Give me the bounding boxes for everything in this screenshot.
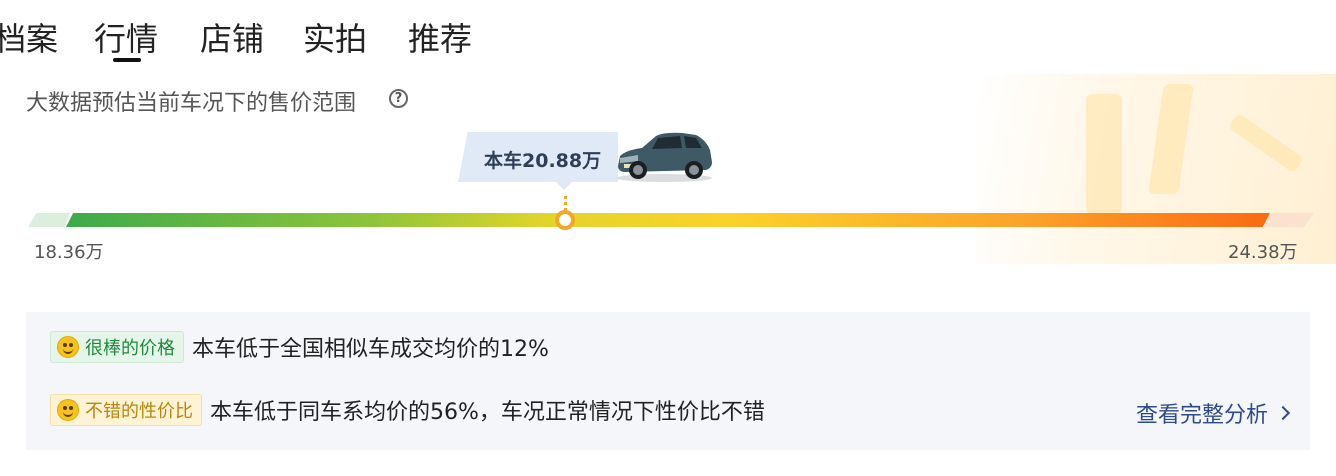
analysis-row: 不错的性价比 本车低于同车系均价的56%，车况正常情况下性价比不错 [50,393,765,427]
tab-store[interactable]: 店铺 [200,14,264,60]
smiley-icon [57,399,79,421]
price-range-bar [66,213,1270,227]
current-price-marker [555,210,575,230]
analysis-text: 本车低于同车系均价的56%，车况正常情况下性价比不错 [210,400,765,425]
range-bar-left-fade [28,213,70,227]
range-max-label: 24.38万 [1228,242,1298,263]
badge-label: 不错的性价比 [85,401,193,422]
tab-recommend[interactable]: 推荐 [408,14,472,60]
price-tag-pointer [555,181,573,190]
marker-connector [564,196,567,210]
current-price-label: 本车20.88万 [484,150,602,172]
smiley-star-eyes-icon [57,336,79,358]
chevron-right-icon [1275,405,1291,421]
range-min-label: 18.36万 [34,242,104,263]
link-label: 查看完整分析 [1135,403,1268,428]
analysis-text: 本车低于全国相似车成交均价的12% [192,337,549,362]
analysis-row: 很棒的价格 本车低于全国相似车成交均价的12% [50,330,549,364]
badge-label: 很棒的价格 [85,338,175,359]
price-analysis-panel: 很棒的价格 本车低于全国相似车成交均价的12% 不错的性价比 本车低于同车系均价… [26,312,1310,450]
tab-bar: 档案 行情 店铺 实拍 推荐 [0,0,600,72]
car-image [616,132,712,182]
view-full-analysis-link[interactable]: 查看完整分析 [1135,397,1291,429]
help-icon[interactable]: ? [389,89,408,108]
good-value-badge: 不错的性价比 [50,394,202,426]
tab-market[interactable]: 行情 [94,14,158,60]
tab-profile[interactable]: 档案 [0,14,58,60]
tab-photos[interactable]: 实拍 [303,14,367,60]
price-estimate-section: 大数据预估当前车况下的售价范围 ? 本车20.88万 18.36万 24.38万 [0,74,1336,294]
active-tab-indicator [113,58,141,62]
decorative-background [976,74,1336,264]
great-price-badge: 很棒的价格 [50,331,184,363]
section-title: 大数据预估当前车况下的售价范围 [26,91,357,116]
